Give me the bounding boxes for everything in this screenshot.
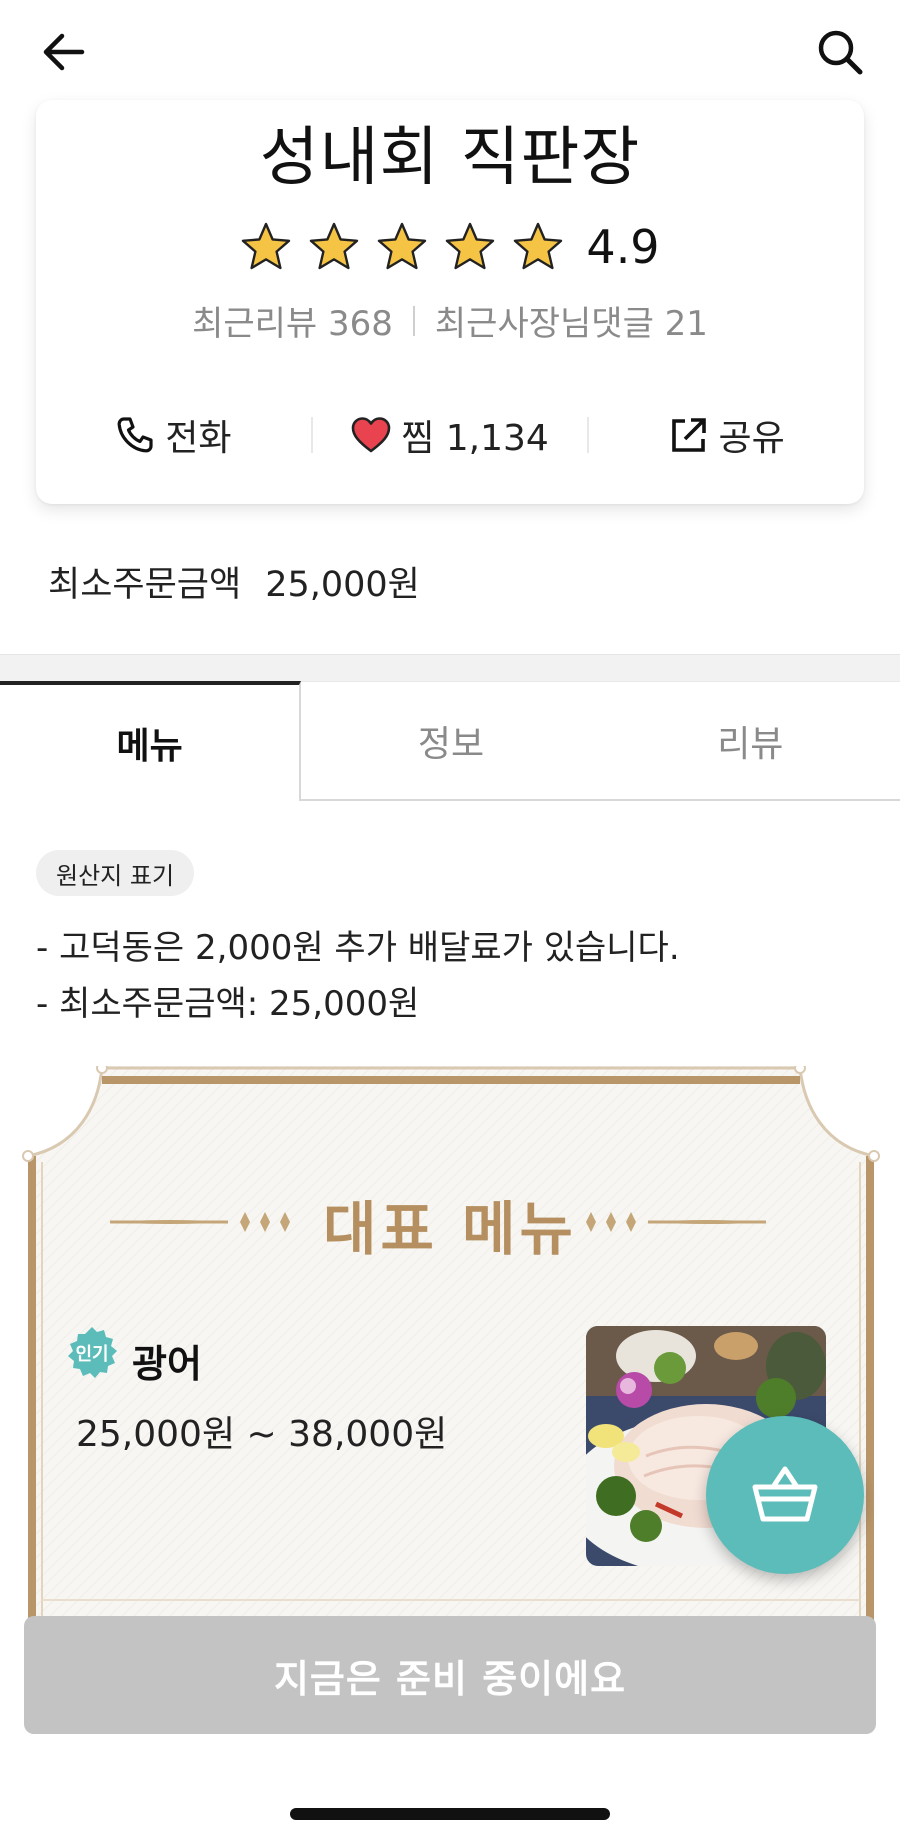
min-order-label: 최소주문금액 — [48, 565, 242, 605]
star-rating — [240, 221, 564, 273]
recent-reviews-link[interactable]: 최근리뷰 368 — [192, 296, 393, 345]
menu-item-name: 광어 — [132, 1342, 202, 1386]
star-icon — [444, 221, 496, 273]
store-notice: - 고덕동은 2,000원 추가 배달료가 있습니다. - 최소주문금액: 25… — [36, 920, 680, 1032]
menu-item-price: 25,000원 ~ 38,000원 — [76, 1414, 448, 1455]
tab-info[interactable]: 정보 — [301, 681, 601, 801]
star-icon — [240, 221, 292, 273]
owner-replies-link[interactable]: 최근사장님댓글 21 — [435, 296, 708, 345]
basket-icon — [752, 1466, 818, 1522]
order-button-disabled[interactable]: 지금은 준비 중이에요 — [24, 1616, 876, 1734]
rating-value: 4.9 — [586, 220, 660, 274]
share-button[interactable]: 공유 — [589, 409, 864, 461]
popular-badge-label: 인기 — [75, 1344, 109, 1365]
section-divider — [0, 654, 900, 682]
notice-line: - 고덕동은 2,000원 추가 배달료가 있습니다. — [36, 928, 680, 968]
store-name: 성내회 직판장 — [259, 121, 641, 195]
arrow-left-icon — [43, 33, 85, 71]
call-button[interactable]: 전화 — [36, 409, 311, 461]
store-info-card: 성내회 직판장 4.9 최근리뷰 368 최근사장님댓글 21 전화 찜 1,1… — [36, 100, 864, 504]
share-icon — [671, 418, 706, 452]
rating-row: 4.9 — [36, 220, 864, 274]
call-label: 전화 — [165, 418, 232, 459]
tab-menu[interactable]: 메뉴 — [0, 681, 302, 801]
ornament-right-icon — [586, 1212, 766, 1232]
like-button[interactable]: 찜 1,134 — [313, 409, 588, 461]
heart-icon — [351, 417, 391, 453]
search-button[interactable] — [808, 20, 872, 84]
origin-label-button[interactable]: 원산지 표기 — [36, 850, 195, 896]
top-bar — [0, 0, 900, 110]
min-order-amount: 최소주문금액 25,000원 — [48, 556, 420, 607]
store-tabs: 메뉴 정보 리뷰 — [0, 681, 900, 801]
cart-button[interactable] — [706, 1416, 864, 1574]
tab-reviews[interactable]: 리뷰 — [600, 681, 900, 801]
star-icon — [376, 221, 428, 273]
back-button[interactable] — [32, 20, 96, 84]
phone-icon — [117, 417, 153, 453]
star-icon — [308, 221, 360, 273]
notice-line: - 최소주문금액: 25,000원 — [36, 984, 420, 1024]
min-order-value: 25,000원 — [265, 565, 420, 605]
store-actions: 전화 찜 1,134 공유 — [36, 400, 864, 470]
divider — [412, 305, 415, 336]
star-icon — [512, 221, 564, 273]
popular-badge: 인기 — [64, 1325, 120, 1381]
search-icon — [818, 30, 863, 75]
review-stats: 최근리뷰 368 최근사장님댓글 21 — [36, 296, 864, 345]
home-indicator — [290, 1808, 610, 1820]
like-count: 찜 1,134 — [401, 418, 549, 459]
share-label: 공유 — [718, 418, 785, 459]
